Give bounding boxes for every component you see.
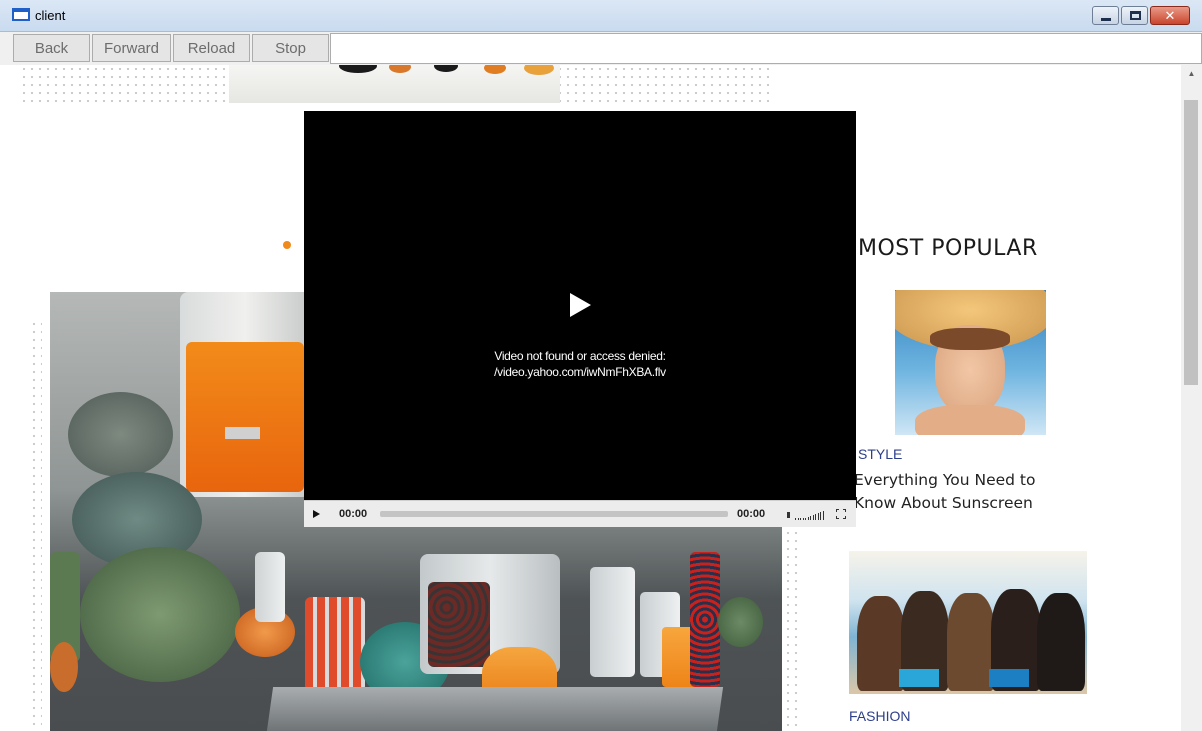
app-window-icon [12, 8, 30, 21]
minimize-icon [1101, 18, 1111, 21]
image-detail [255, 552, 285, 622]
volume-level-bar [795, 518, 796, 520]
image-detail [428, 582, 490, 667]
volume-level-bar [812, 515, 814, 520]
card-category-label[interactable]: FASHION [849, 708, 910, 724]
image-detail [266, 687, 724, 731]
volume-icon[interactable] [787, 509, 827, 520]
reload-button[interactable]: Reload [173, 34, 250, 62]
play-button[interactable] [313, 510, 320, 518]
window-titlebar: client ✕ [0, 0, 1202, 32]
seek-bar[interactable] [380, 511, 728, 517]
image-detail [590, 567, 635, 677]
image-detail [80, 547, 240, 682]
volume-level-bar [797, 518, 799, 520]
maximize-button[interactable] [1121, 6, 1148, 25]
article-image-top[interactable] [229, 65, 560, 103]
play-icon[interactable] [570, 293, 591, 317]
decorative-dot-pattern [30, 320, 42, 731]
card-category-label[interactable]: STYLE [858, 446, 902, 462]
most-popular-heading: MOST POPULAR [858, 236, 1038, 261]
image-detail [947, 593, 995, 691]
back-button[interactable]: Back [13, 34, 90, 62]
image-detail [989, 669, 1029, 687]
image-detail [389, 65, 411, 73]
volume-level-bar [807, 517, 809, 520]
vertical-scrollbar[interactable]: ▲ [1181, 65, 1202, 731]
decorative-dot-pattern [784, 505, 802, 731]
maximize-icon [1130, 11, 1141, 20]
fullscreen-corner [843, 516, 846, 519]
close-icon: ✕ [1164, 7, 1176, 23]
image-detail [50, 642, 78, 692]
scroll-up-arrow-icon[interactable]: ▲ [1181, 65, 1202, 82]
volume-level-bar [805, 518, 806, 520]
image-detail [930, 328, 1010, 350]
scrollbar-thumb[interactable] [1184, 100, 1198, 385]
volume-level-bar [800, 518, 801, 520]
fashion-article-image[interactable] [849, 551, 1087, 694]
sunscreen-article-image[interactable] [895, 290, 1046, 435]
accent-bullet [283, 241, 291, 249]
volume-level-bar [815, 514, 816, 520]
speaker-glyph [787, 512, 790, 518]
total-time: 00:00 [737, 508, 766, 520]
image-detail [690, 552, 720, 687]
image-detail [915, 405, 1025, 435]
stop-button[interactable]: Stop [252, 34, 329, 62]
image-detail [524, 65, 554, 75]
volume-level-bar [822, 511, 824, 520]
url-input[interactable] [330, 33, 1202, 64]
video-controls: 00:00 00:00 [304, 500, 856, 527]
image-detail [434, 65, 458, 72]
close-button[interactable]: ✕ [1150, 6, 1190, 25]
volume-level-bar [802, 518, 804, 520]
image-detail [186, 342, 304, 492]
fullscreen-corner [836, 516, 839, 519]
image-detail [68, 392, 173, 477]
volume-level-bar [820, 512, 821, 520]
forward-button[interactable]: Forward [92, 34, 171, 62]
fullscreen-icon[interactable] [836, 509, 846, 519]
image-detail [484, 65, 506, 74]
current-time: 00:00 [339, 508, 368, 520]
image-detail [305, 597, 365, 692]
volume-level-bar [810, 516, 811, 520]
video-error-line: /video.yahoo.com/iwNmFhXBA.flv [494, 365, 666, 379]
image-detail [1037, 593, 1085, 691]
card-title-link[interactable]: Everything You Need to Know About Sunscr… [854, 469, 1074, 515]
image-detail [339, 65, 377, 73]
window-title: client [35, 8, 66, 23]
fullscreen-corner [836, 509, 839, 512]
fullscreen-corner [843, 509, 846, 512]
image-detail [899, 669, 939, 687]
video-error-line: Video not found or access denied: [494, 349, 666, 363]
video-error-message: Video not found or access denied: /video… [304, 348, 856, 380]
minimize-button[interactable] [1092, 6, 1119, 25]
image-detail [718, 597, 763, 647]
volume-level-bar [817, 513, 819, 520]
image-detail [225, 427, 260, 439]
image-detail [857, 596, 905, 691]
video-player[interactable]: Video not found or access denied: /video… [304, 111, 856, 527]
navigation-bar: Back Forward Reload Stop [0, 32, 1202, 65]
